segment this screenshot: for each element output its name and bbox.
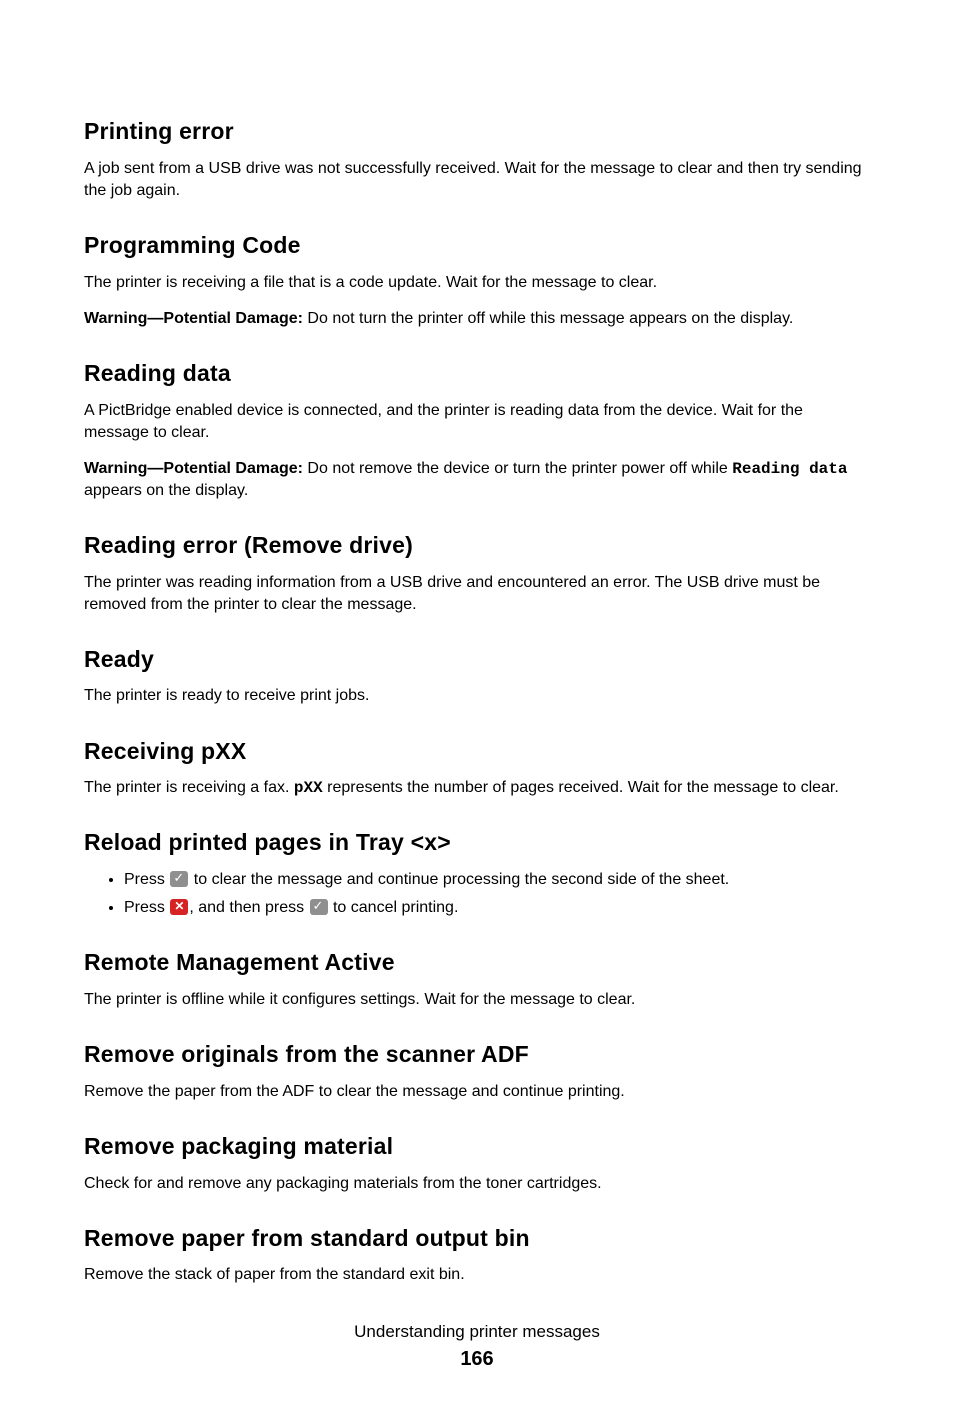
- li-text: to clear the message and continue proces…: [189, 871, 729, 888]
- section-heading: Reload printed pages in Tray <x>: [84, 827, 870, 859]
- warning-text-post: appears on the display.: [84, 482, 248, 499]
- section-body: The printer is receiving a fax. pXX repr…: [84, 777, 870, 799]
- li-text: , and then press: [189, 899, 308, 916]
- section-heading: Printing error: [84, 116, 870, 148]
- section-heading: Remove packaging material: [84, 1131, 870, 1163]
- li-text: Press: [124, 871, 169, 888]
- li-text: to cancel printing.: [329, 899, 459, 916]
- warning-text-pre: Do not remove the device or turn the pri…: [303, 460, 732, 477]
- section-heading: Reading error (Remove drive): [84, 530, 870, 562]
- section-body: The printer is ready to receive print jo…: [84, 685, 870, 707]
- warning-label: Warning—Potential Damage:: [84, 310, 303, 327]
- cancel-button-icon: [170, 899, 188, 915]
- section-heading: Remove paper from standard output bin: [84, 1223, 870, 1255]
- check-button-icon: [170, 871, 188, 887]
- section-body: The printer is offline while it configur…: [84, 989, 870, 1011]
- section-heading: Remove originals from the scanner ADF: [84, 1039, 870, 1071]
- section-body: Remove the paper from the ADF to clear t…: [84, 1081, 870, 1103]
- footer-page-number: 166: [84, 1346, 870, 1374]
- li-text: Press: [124, 899, 169, 916]
- warning-paragraph: Warning—Potential Damage: Do not remove …: [84, 458, 870, 502]
- body-post: represents the number of pages received.…: [323, 779, 839, 796]
- body-pre: The printer is receiving a fax.: [84, 779, 294, 796]
- body-code: pXX: [294, 779, 323, 797]
- section-heading: Ready: [84, 644, 870, 676]
- list-item: Press , and then press to cancel printin…: [124, 897, 870, 919]
- section-body: The printer is receiving a file that is …: [84, 272, 870, 294]
- section-body: A PictBridge enabled device is connected…: [84, 400, 870, 444]
- section-heading: Reading data: [84, 358, 870, 390]
- section-body: Check for and remove any packaging mater…: [84, 1173, 870, 1195]
- warning-code: Reading data: [732, 460, 847, 478]
- section-heading: Receiving pXX: [84, 736, 870, 768]
- list-item: Press to clear the message and continue …: [124, 869, 870, 891]
- section-heading: Remote Management Active: [84, 947, 870, 979]
- section-body: The printer was reading information from…: [84, 572, 870, 616]
- warning-text: Do not turn the printer off while this m…: [303, 310, 793, 327]
- warning-label: Warning—Potential Damage:: [84, 460, 303, 477]
- section-heading: Programming Code: [84, 230, 870, 262]
- page-footer: Understanding printer messages 166: [84, 1320, 870, 1373]
- warning-paragraph: Warning—Potential Damage: Do not turn th…: [84, 308, 870, 330]
- check-button-icon: [310, 899, 328, 915]
- footer-title: Understanding printer messages: [84, 1320, 870, 1343]
- section-body: A job sent from a USB drive was not succ…: [84, 158, 870, 202]
- section-body: Remove the stack of paper from the stand…: [84, 1264, 870, 1286]
- bullet-list: Press to clear the message and continue …: [84, 869, 870, 919]
